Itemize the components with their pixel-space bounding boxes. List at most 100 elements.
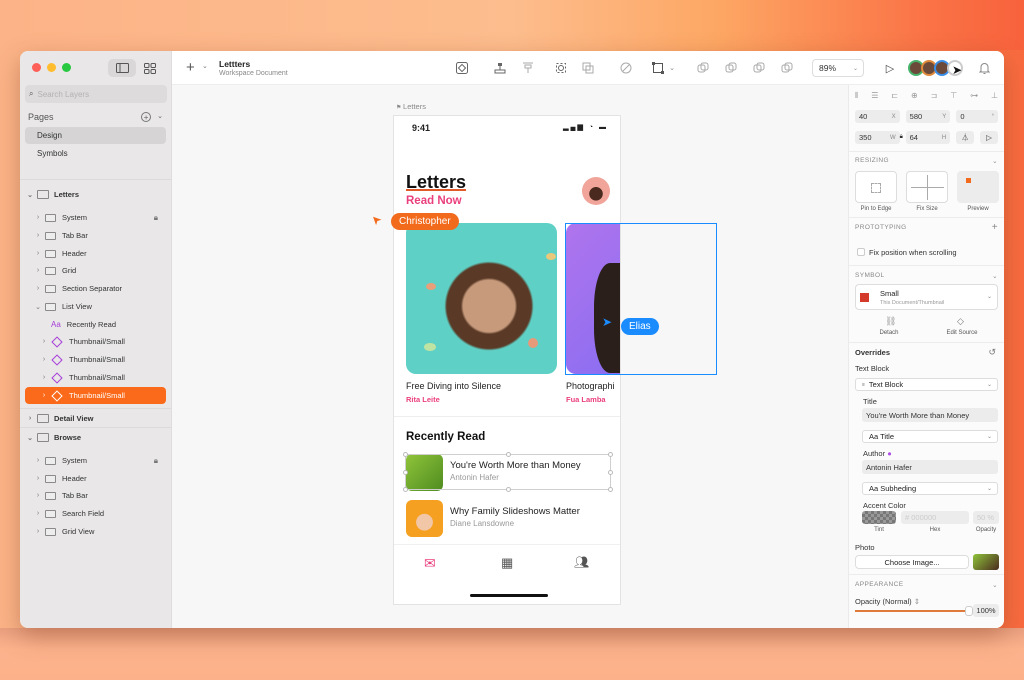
layer-thumbnail-small[interactable]: › Thumbnail/Small <box>25 369 166 386</box>
opacity-slider[interactable] <box>855 606 973 616</box>
rotation-input[interactable]: 0 ° <box>956 110 998 123</box>
resizing-fix-size[interactable] <box>906 171 948 203</box>
resize-handle[interactable] <box>608 470 613 475</box>
chevron-down-icon[interactable]: ⌄ <box>33 303 43 311</box>
chevron-right-icon[interactable]: › <box>33 267 43 274</box>
people-tab-icon[interactable]: 👥︎ <box>574 555 589 569</box>
edit-source-icon[interactable]: ◇ <box>957 316 964 327</box>
scale-icon[interactable] <box>580 60 596 76</box>
insert-plus-icon[interactable]: + <box>186 59 195 76</box>
opacity-mode-label[interactable]: Opacity (Normal) ⇕ <box>855 597 920 606</box>
add-prototype-icon[interactable]: + <box>992 223 998 233</box>
resize-handle[interactable] <box>403 487 408 492</box>
x-position-input[interactable]: 40 X <box>855 110 900 123</box>
chevron-right-icon[interactable]: › <box>39 374 49 381</box>
layer-tab-bar[interactable]: › Tab Bar <box>25 227 166 244</box>
chevron-right-icon[interactable]: › <box>39 392 49 399</box>
height-input[interactable]: 🔒︎ 64 H <box>900 131 951 144</box>
reset-overrides-icon[interactable]: ↺ <box>988 347 996 358</box>
chevron-down-icon[interactable]: ⌄ <box>25 191 35 199</box>
chevron-down-icon[interactable]: ⌄ <box>664 60 680 76</box>
intersect-icon[interactable] <box>751 60 767 76</box>
flip-vertical-button[interactable]: ▷ <box>980 131 998 144</box>
layer-search-field[interactable]: › Search Field <box>25 505 166 522</box>
fix-position-checkbox[interactable] <box>857 248 865 256</box>
lock-icon[interactable]: 🔒︎ <box>154 213 158 223</box>
mask-icon[interactable] <box>553 60 569 76</box>
chevron-right-icon[interactable]: › <box>25 415 35 422</box>
edit-icon[interactable] <box>618 60 634 76</box>
canvas[interactable]: ⚑ Letters 9:41 ▂▄▆ ◔ ▬ Letters Read Now … <box>172 85 848 628</box>
layer-recently-read[interactable]: Aa Recently Read <box>25 316 166 333</box>
chevron-right-icon[interactable]: › <box>33 528 43 535</box>
choose-image-button[interactable]: Choose Image... <box>855 555 969 569</box>
distribute-icon[interactable] <box>520 60 536 76</box>
width-input[interactable]: 350 W <box>855 131 900 144</box>
components-view-button[interactable] <box>140 59 160 77</box>
align-top-icon[interactable]: ⊤ <box>950 91 957 101</box>
artboard-label[interactable]: ⚑ Letters <box>396 102 426 111</box>
distribute-horizontal-icon[interactable]: ⫴ <box>855 91 858 101</box>
subtract-icon[interactable] <box>723 60 739 76</box>
resizing-pin-to-edge[interactable] <box>855 171 897 203</box>
letters-tab-icon[interactable]: ✉ <box>424 555 436 572</box>
page-item-symbols[interactable]: Symbols <box>25 145 166 162</box>
chevron-right-icon[interactable]: › <box>33 510 43 517</box>
zoom-button[interactable] <box>62 63 71 72</box>
list-item[interactable]: Why Family Slideshows Matter Diane Lansd… <box>406 500 611 537</box>
hex-input[interactable]: # 000000 <box>901 511 969 524</box>
chevron-down-icon[interactable]: ⌄ <box>157 112 163 122</box>
preview-play-icon[interactable]: ▷ <box>882 60 898 76</box>
chevron-right-icon[interactable]: › <box>33 457 43 464</box>
layer-list-view[interactable]: ⌄ List View <box>25 298 166 315</box>
union-icon[interactable] <box>695 60 711 76</box>
opacity-slider-handle[interactable] <box>965 606 973 616</box>
title-override-input[interactable]: You're Worth More than Money <box>862 408 998 422</box>
author-style-select[interactable]: Aa Subheding ⌄ <box>862 482 998 495</box>
chevron-right-icon[interactable]: › <box>33 232 43 239</box>
y-position-input[interactable]: 580 Y <box>905 110 951 123</box>
layer-system[interactable]: › System 🔒︎ <box>25 209 166 226</box>
edit-source-button[interactable]: Edit Source <box>941 330 983 336</box>
minimize-button[interactable] <box>47 63 56 72</box>
artboard-detail-view[interactable]: › Detail View <box>25 410 166 427</box>
difference-icon[interactable] <box>779 60 795 76</box>
selection-box[interactable] <box>403 452 613 492</box>
align-middle-icon[interactable]: ⊶ <box>970 91 978 101</box>
symbol-selector[interactable]: Small This Document/Thumbnail ⌄ <box>855 284 998 310</box>
lock-ratio-icon[interactable]: 🔒︎ <box>900 134 903 141</box>
resize-handle[interactable] <box>608 487 613 492</box>
symbol-section-header[interactable]: SYMBOL ⌄ <box>855 272 998 280</box>
lock-icon[interactable]: 🔒︎ <box>154 456 158 466</box>
layer-header[interactable]: › Header <box>25 470 166 487</box>
layer-header[interactable]: › Header <box>25 245 166 262</box>
align-bottom-icon[interactable]: ⊥ <box>991 91 998 101</box>
chevron-right-icon[interactable]: › <box>33 492 43 499</box>
distribute-vertical-icon[interactable]: ☰ <box>871 91 878 101</box>
layer-thumbnail-small[interactable]: › Thumbnail/Small <box>25 351 166 368</box>
artboard-browse[interactable]: ⌄ Browse <box>25 429 166 446</box>
featured-card-image[interactable] <box>406 223 557 374</box>
resize-handle[interactable] <box>506 487 511 492</box>
resize-handle[interactable] <box>608 452 613 457</box>
artboard-letters[interactable]: ⌄ Letters <box>25 186 166 203</box>
resize-handle[interactable] <box>403 452 408 457</box>
sidebar-toggle-button[interactable] <box>108 59 136 77</box>
chevron-right-icon[interactable]: › <box>33 475 43 482</box>
flip-horizontal-button[interactable]: ⏃ <box>956 131 975 144</box>
detach-button[interactable]: Detach <box>869 330 909 336</box>
add-page-icon[interactable]: + <box>141 112 152 122</box>
text-block-select[interactable]: ≡ Text Block ⌄ <box>855 378 998 391</box>
align-right-icon[interactable]: ⊐ <box>931 91 938 101</box>
resize-handle[interactable] <box>506 452 511 457</box>
page-item-design[interactable]: Design <box>25 127 166 144</box>
layer-section-separator[interactable]: › Section Separator <box>25 280 166 297</box>
layer-grid-view[interactable]: › Grid View <box>25 523 166 540</box>
accent-opacity-input[interactable]: 50 % <box>973 511 999 524</box>
resize-handle[interactable] <box>403 470 408 475</box>
chevron-down-icon[interactable]: ⌄ <box>202 62 208 70</box>
appearance-section-header[interactable]: APPEARANCE ⌄ <box>855 581 998 589</box>
create-symbol-icon[interactable] <box>454 60 470 76</box>
chevron-down-icon[interactable]: ⌄ <box>992 272 998 280</box>
align-center-icon[interactable]: ⊕ <box>911 91 918 101</box>
